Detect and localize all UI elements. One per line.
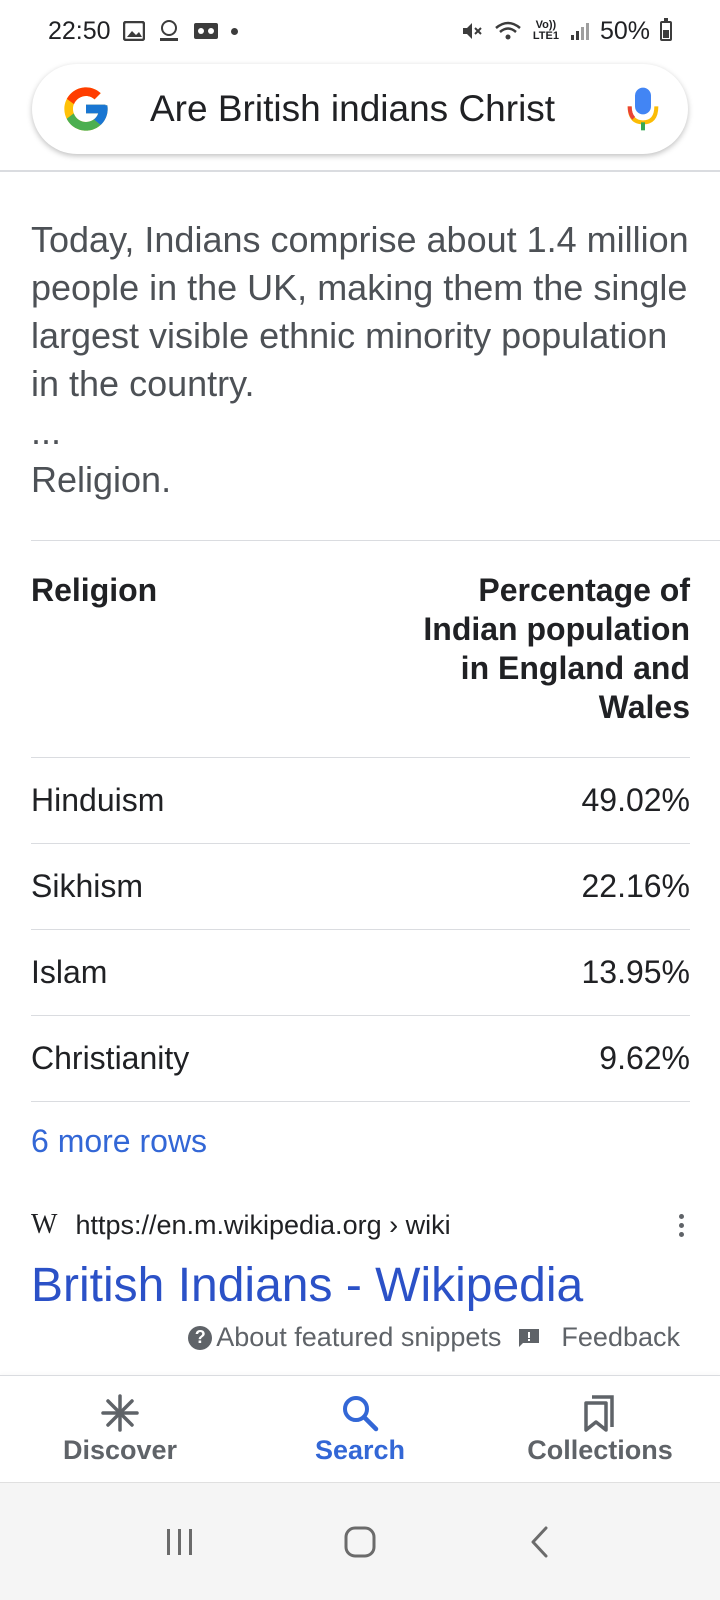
clock: 22:50 — [48, 16, 111, 45]
religion-cell: Hinduism — [31, 757, 390, 844]
back-button[interactable] — [510, 1512, 570, 1572]
table-row: Christianity 9.62% — [31, 1015, 690, 1102]
search-icon — [343, 1395, 379, 1431]
bt-sport-icon — [157, 19, 181, 43]
home-button[interactable] — [330, 1512, 390, 1572]
bookmarks-icon — [584, 1394, 614, 1432]
nav-collections-label: Collections — [527, 1434, 673, 1465]
result-url[interactable]: https://en.m.wikipedia.org › wiki — [75, 1210, 671, 1241]
status-bar: 22:50 Vo)) LTE1 50% — [0, 0, 720, 62]
header-divider — [0, 170, 720, 172]
mute-icon — [460, 19, 484, 43]
volte-label: Vo)) LTE1 — [532, 19, 559, 42]
more-notifications-dot — [230, 27, 238, 35]
search-bar[interactable]: Are British indians Christ — [32, 64, 688, 154]
wifi-icon — [494, 20, 522, 42]
feedback-link[interactable]: Feedback — [517, 1322, 680, 1353]
microphone-icon[interactable] — [626, 85, 660, 133]
wikipedia-favicon: W — [31, 1209, 58, 1240]
help-icon: ? — [188, 1325, 213, 1350]
religion-cell: Christianity — [31, 1015, 390, 1102]
percentage-cell: 22.16% — [390, 843, 690, 930]
recent-apps-button[interactable] — [150, 1512, 210, 1572]
nav-search[interactable]: Search — [240, 1376, 480, 1482]
bottom-nav: Discover Search Collections — [0, 1376, 720, 1482]
snippet-ellipsis: ... — [31, 411, 62, 452]
voicemail-icon — [193, 20, 219, 42]
snippet-section: Religion. — [31, 459, 172, 500]
nav-discover-label: Discover — [62, 1434, 178, 1465]
feedback-label: Feedback — [561, 1322, 680, 1352]
snippet-footer: ? About featured snippets Feedback — [188, 1322, 680, 1353]
search-query[interactable]: Are British indians Christ — [150, 88, 610, 130]
percentage-cell: 13.95% — [390, 929, 690, 1016]
religion-cell: Sikhism — [31, 843, 390, 930]
table-row: Hinduism 49.02% — [31, 757, 690, 844]
table-row: Sikhism 22.16% — [31, 843, 690, 930]
google-logo-icon[interactable] — [60, 83, 112, 135]
nav-collections[interactable]: Collections — [480, 1376, 720, 1482]
nav-search-label: Search — [314, 1434, 406, 1465]
table-header-row: Religion Percentage of Indian population… — [31, 541, 690, 758]
religion-table: Religion Percentage of Indian population… — [31, 541, 690, 1102]
about-snippets-link[interactable]: ? About featured snippets — [188, 1322, 501, 1353]
featured-snippet: Today, Indians comprise about 1.4 millio… — [31, 216, 701, 504]
percentage-cell: 49.02% — [390, 757, 690, 844]
result-source[interactable]: W https://en.m.wikipedia.org › wiki — [31, 1209, 691, 1241]
signal-icon — [570, 21, 590, 41]
asterisk-icon — [101, 1393, 139, 1432]
table-row: Islam 13.95% — [31, 929, 690, 1016]
home-icon — [344, 1526, 376, 1557]
more-rows-link[interactable]: 6 more rows — [31, 1123, 207, 1160]
result-title-link[interactable]: British Indians - Wikipedia — [31, 1258, 583, 1313]
battery-percent: 50% — [599, 16, 650, 45]
about-snippets-label: About featured snippets — [216, 1322, 502, 1352]
religion-cell: Islam — [31, 929, 390, 1016]
column-header-religion: Religion — [31, 572, 158, 608]
nav-discover[interactable]: Discover — [0, 1376, 240, 1482]
percentage-cell: 9.62% — [390, 1015, 690, 1102]
column-header-percentage: Percentage of Indian population in Engla… — [423, 572, 690, 725]
snippet-text: Today, Indians comprise about 1.4 millio… — [31, 219, 689, 404]
battery-icon — [660, 18, 672, 41]
feedback-icon — [519, 1328, 540, 1347]
back-icon — [531, 1526, 548, 1557]
recents-icon — [167, 1528, 192, 1555]
more-options-icon[interactable] — [671, 1213, 691, 1237]
system-nav-bar — [0, 1482, 720, 1600]
gallery-notification-icon — [122, 21, 145, 41]
